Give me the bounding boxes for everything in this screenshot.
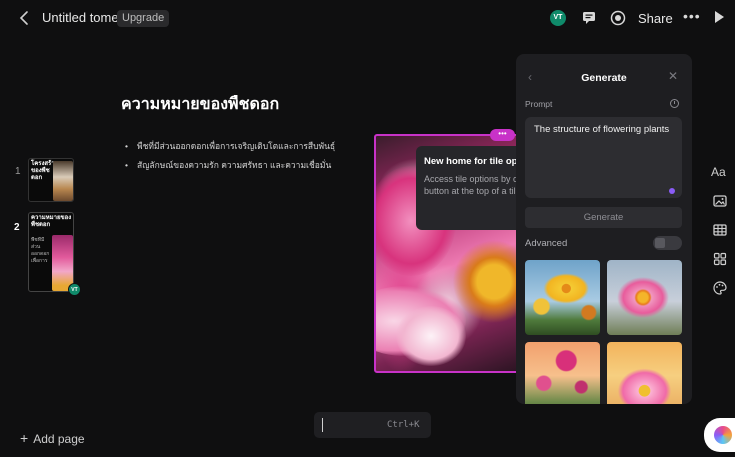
bullet-list[interactable]: พืชที่มีส่วนออกดอกเพื่อการเจริญเติบโตและ…	[125, 141, 365, 179]
slide-thumbnail-1[interactable]: โครงสร้างของพืชดอก	[28, 158, 74, 202]
command-bar[interactable]: Ctrl+K	[314, 412, 431, 438]
slide-title[interactable]: ความหมายของพืชดอก	[121, 92, 279, 117]
image-detail	[396, 306, 466, 366]
document-title[interactable]: Untitled tome	[42, 10, 119, 25]
top-bar: Untitled tome Upgrade VT Share •••	[0, 0, 735, 36]
generated-image-3[interactable]	[525, 342, 600, 404]
tooltip-body: Access tile options by clicking the butt…	[424, 174, 520, 196]
tooltip-title: New home for tile options	[424, 156, 520, 167]
slide-thumbnail-image	[52, 235, 73, 291]
slide-thumbnail-body: พืชที่มีส่วนออกดอกเพื่อการ	[31, 237, 50, 264]
generate-panel: ‹ Generate ✕ Prompt The structure of flo…	[516, 54, 692, 404]
slide-thumbnail-2[interactable]: ความหมายของพืชดอก พืชที่มีส่วนออกดอกเพื่…	[28, 212, 74, 292]
user-avatar[interactable]: VT	[550, 10, 566, 26]
text-caret	[322, 418, 323, 432]
table-icon[interactable]	[712, 222, 728, 238]
slide-thumbnail-title: โครงสร้างของพืชดอก	[31, 161, 58, 181]
app-window: Untitled tome Upgrade VT Share ••• 1 โคร…	[0, 0, 735, 457]
prompt-input[interactable]: The structure of flowering plants	[525, 117, 682, 198]
present-play-icon[interactable]	[715, 11, 724, 23]
slide-number: 2	[14, 222, 20, 233]
palette-icon[interactable]	[712, 280, 728, 296]
close-icon[interactable]: ✕	[668, 69, 678, 83]
prompt-label: Prompt	[525, 99, 553, 109]
comment-icon[interactable]	[580, 9, 598, 27]
more-options-button[interactable]: •••	[683, 8, 701, 24]
share-button[interactable]: Share	[638, 11, 673, 26]
brain-icon	[714, 426, 732, 444]
add-page-button[interactable]: + Add page	[20, 430, 85, 446]
shortcut-hint: Ctrl+K	[387, 420, 420, 430]
upgrade-badge[interactable]: Upgrade	[117, 10, 170, 27]
ai-dot-icon	[669, 188, 675, 194]
advanced-toggle[interactable]	[653, 236, 682, 250]
tile-options-tooltip: New home for tile options Access tile op…	[416, 146, 520, 230]
add-page-label: Add page	[33, 432, 85, 446]
bullet-item[interactable]: สัญลักษณ์ของความรัก ความศรัทธา และความเช…	[125, 160, 365, 171]
panel-title: Generate	[581, 72, 627, 84]
text-format-icon[interactable]: Aa	[711, 165, 726, 179]
grid-apps-icon[interactable]	[712, 251, 728, 267]
tile-options-button[interactable]: •••	[490, 129, 515, 141]
bullet-item[interactable]: พืชที่มีส่วนออกดอกเพื่อการเจริญเติบโตและ…	[125, 141, 365, 152]
generated-image-4[interactable]	[607, 342, 682, 404]
plus-icon: +	[20, 430, 29, 446]
generated-image-2[interactable]	[607, 260, 682, 335]
advanced-label: Advanced	[525, 238, 568, 249]
slide-number: 1	[15, 166, 21, 177]
history-clock-icon[interactable]	[670, 99, 679, 108]
slide-thumbnail-image	[53, 161, 73, 201]
image-icon[interactable]	[712, 193, 728, 209]
generated-image-1[interactable]	[525, 260, 600, 335]
ai-assistant-badge[interactable]	[704, 418, 735, 452]
slide-thumbnail-title: ความหมายของพืชดอก	[31, 215, 72, 228]
toggle-knob	[655, 238, 665, 248]
back-chevron-icon[interactable]	[18, 9, 32, 27]
generate-button[interactable]: Generate	[525, 207, 682, 228]
collaborator-avatar: VT	[68, 283, 81, 296]
record-icon[interactable]	[609, 9, 627, 27]
